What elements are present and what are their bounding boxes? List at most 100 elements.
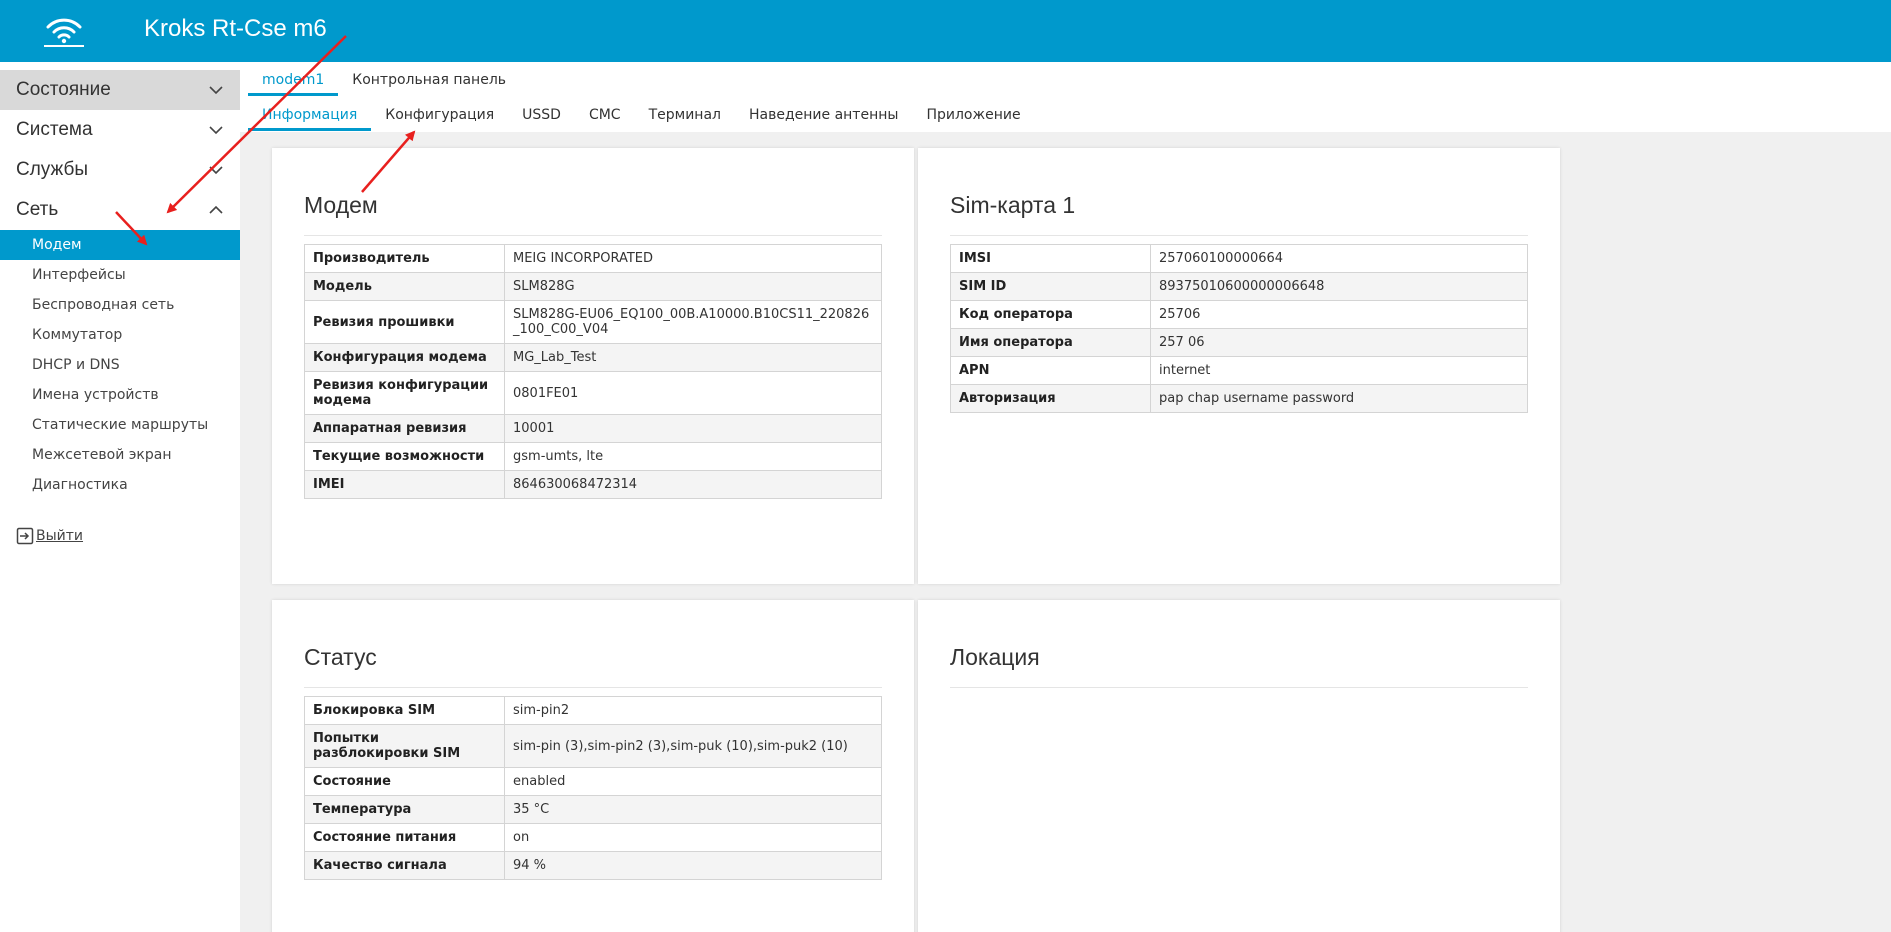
- chevron-up-icon: [209, 205, 223, 214]
- table-row: Состояние питания on: [304, 823, 882, 852]
- logout-icon: [16, 527, 34, 545]
- sidebar-group-label: Состояние: [16, 79, 111, 100]
- row-key: Ревизия конфигурации модема: [304, 371, 505, 415]
- card-title: Sim-карта 1: [950, 192, 1076, 218]
- row-value: gsm-umts, lte: [504, 442, 882, 471]
- row-value: 864630068472314: [504, 470, 882, 499]
- sidebar-item-wireless[interactable]: Беспроводная сеть: [0, 290, 240, 320]
- row-key: Авторизация: [950, 384, 1151, 413]
- table-row: Ревизия конфигурации модема 0801FE01: [304, 371, 882, 415]
- chevron-down-icon: [209, 86, 223, 95]
- tab-configuration[interactable]: Конфигурация: [371, 103, 508, 131]
- tab-control-panel[interactable]: Контрольная панель: [338, 68, 520, 96]
- wifi-router-logo-icon[interactable]: [40, 13, 88, 49]
- divider: [304, 687, 882, 688]
- table-row: IMEI 864630068472314: [304, 470, 882, 499]
- table-row: Попытки разблокировки SIM sim-pin (3),sim…: [304, 724, 882, 768]
- modem-info-table: Производитель MEIG INCORPORATED Модель SLM…: [304, 244, 882, 499]
- row-key: Аппаратная ревизия: [304, 414, 505, 443]
- table-row: Аппаратная ревизия 10001: [304, 414, 882, 443]
- row-value: 89375010600000006648: [1150, 272, 1528, 301]
- table-row: Производитель MEIG INCORPORATED: [304, 244, 882, 273]
- app-title: Kroks Rt-Cse m6: [144, 15, 327, 42]
- sidebar-group-label: Система: [16, 119, 93, 140]
- logout-link[interactable]: Выйти: [16, 527, 83, 545]
- sidebar-item-diagnostics[interactable]: Диагностика: [0, 470, 240, 500]
- sim-info-table: IMSI 257060100000664 SIM ID 89375010600000…: [950, 244, 1528, 413]
- row-value: SLM828G: [504, 272, 882, 301]
- row-key: Модель: [304, 272, 505, 301]
- tab-bar: modem1 Контрольная панель Информация Кон…: [240, 62, 1891, 132]
- row-value: MEIG INCORPORATED: [504, 244, 882, 273]
- network-submenu: Модем Интерфейсы Беспроводная сеть Комму…: [0, 230, 240, 500]
- table-row: Ревизия прошивки SLM828G-EU06_EQ100_00B.A…: [304, 300, 882, 344]
- row-value: on: [504, 823, 882, 852]
- sidebar-item-interfaces[interactable]: Интерфейсы: [0, 260, 240, 290]
- sidebar: Состояние Система Службы Сеть Модем Инте…: [0, 62, 240, 932]
- table-row: Имя оператора 257 06: [950, 328, 1528, 357]
- table-row: Состояние enabled: [304, 767, 882, 796]
- row-value: MG_Lab_Test: [504, 343, 882, 372]
- card-title: Модем: [304, 192, 378, 218]
- top-header: Kroks Rt-Cse m6: [0, 0, 1891, 62]
- sidebar-item-hostnames[interactable]: Имена устройств: [0, 380, 240, 410]
- row-value: 257 06: [1150, 328, 1528, 357]
- tab-terminal[interactable]: Терминал: [635, 103, 735, 131]
- row-value: 10001: [504, 414, 882, 443]
- table-row: Код оператора 25706: [950, 300, 1528, 329]
- sidebar-item-static-routes[interactable]: Статические маршруты: [0, 410, 240, 440]
- sidebar-group-services[interactable]: Службы: [0, 150, 240, 190]
- row-key: IMEI: [304, 470, 505, 499]
- table-row: APN internet: [950, 356, 1528, 385]
- tab-ussd[interactable]: USSD: [508, 103, 575, 131]
- row-value: 94 %: [504, 851, 882, 880]
- row-value: pap chap username password: [1150, 384, 1528, 413]
- sidebar-item-modem[interactable]: Модем: [0, 230, 240, 260]
- row-key: Ревизия прошивки: [304, 300, 505, 344]
- sidebar-group-label: Сеть: [16, 199, 59, 220]
- row-value: sim-pin2: [504, 696, 882, 725]
- sidebar-group-system[interactable]: Система: [0, 110, 240, 150]
- sidebar-item-switch[interactable]: Коммутатор: [0, 320, 240, 350]
- table-row: SIM ID 89375010600000006648: [950, 272, 1528, 301]
- row-key: Температура: [304, 795, 505, 824]
- tab-information[interactable]: Информация: [248, 103, 372, 131]
- row-value: internet: [1150, 356, 1528, 385]
- sim-card: Sim-карта 1 IMSI 257060100000664 SIM ID 89…: [918, 148, 1560, 584]
- tab-application[interactable]: Приложение: [912, 103, 1034, 131]
- tab-antenna-alignment[interactable]: Наведение антенны: [735, 103, 912, 131]
- table-row: Конфигурация модема MG_Lab_Test: [304, 343, 882, 372]
- chevron-down-icon: [209, 126, 223, 135]
- row-key: Текущие возможности: [304, 442, 505, 471]
- divider: [950, 235, 1528, 236]
- row-value: 0801FE01: [504, 371, 882, 415]
- status-info-table: Блокировка SIM sim-pin2 Попытки разблокир…: [304, 696, 882, 880]
- device-tabs: modem1 Контрольная панель: [248, 68, 520, 96]
- row-value: 35 °C: [504, 795, 882, 824]
- row-key: Состояние: [304, 767, 505, 796]
- table-row: Температура 35 °C: [304, 795, 882, 824]
- row-key: Качество сигнала: [304, 851, 505, 880]
- row-key: APN: [950, 356, 1151, 385]
- row-value: 257060100000664: [1150, 244, 1528, 273]
- row-key: Производитель: [304, 244, 505, 273]
- table-row: Качество сигнала 94 %: [304, 851, 882, 880]
- table-row: Модель SLM828G: [304, 272, 882, 301]
- row-value: enabled: [504, 767, 882, 796]
- row-key: IMSI: [950, 244, 1151, 273]
- table-row: IMSI 257060100000664: [950, 244, 1528, 273]
- table-row: Текущие возможности gsm-umts, lte: [304, 442, 882, 471]
- sidebar-group-network[interactable]: Сеть: [0, 190, 240, 230]
- row-key: Конфигурация модема: [304, 343, 505, 372]
- chevron-down-icon: [209, 166, 223, 175]
- row-key: SIM ID: [950, 272, 1151, 301]
- status-card: Статус Блокировка SIM sim-pin2 Попытки ра…: [272, 600, 914, 932]
- tab-sms[interactable]: СМС: [575, 103, 635, 131]
- sidebar-item-dhcp-dns[interactable]: DHCP и DNS: [0, 350, 240, 380]
- sidebar-group-status[interactable]: Состояние: [0, 70, 240, 110]
- logout-label: Выйти: [36, 528, 84, 544]
- sidebar-item-firewall[interactable]: Межсетевой экран: [0, 440, 240, 470]
- row-key: Состояние питания: [304, 823, 505, 852]
- tab-modem1[interactable]: modem1: [248, 68, 339, 96]
- row-value: 25706: [1150, 300, 1528, 329]
